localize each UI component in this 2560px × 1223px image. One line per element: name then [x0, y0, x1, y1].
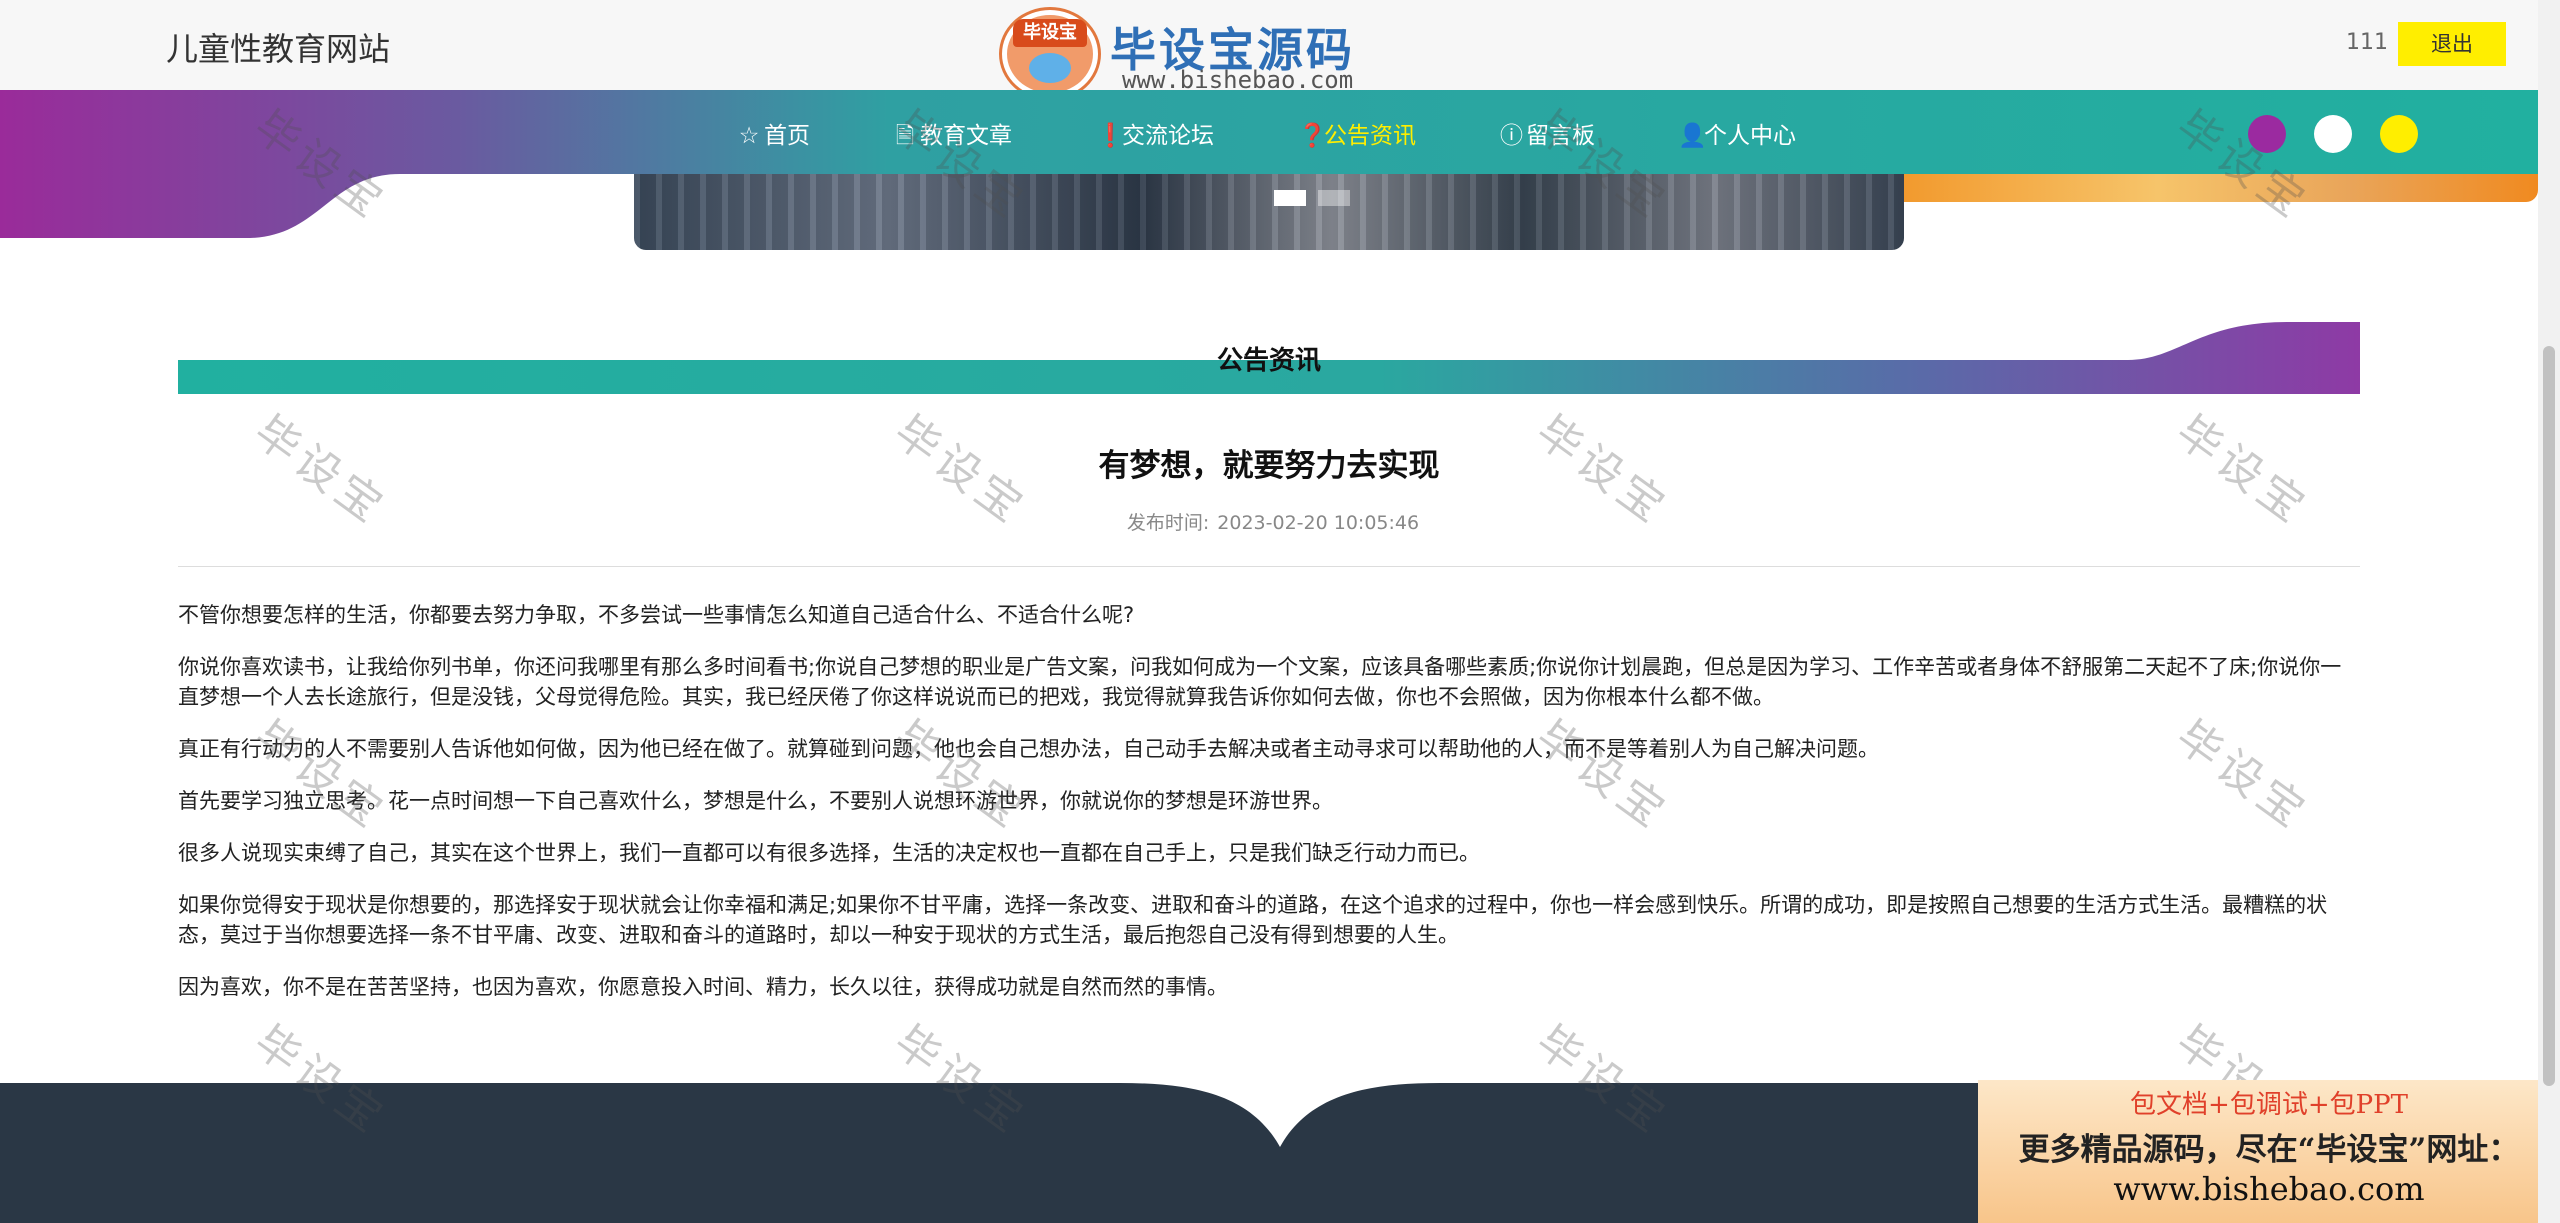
publish-date: 2023-02-20 10:05:46: [1217, 512, 1420, 534]
mascot-face: [1029, 53, 1071, 83]
main-nav: ☆ 首页 🗎 教育文章 ❗交流论坛 ❓公告资讯 ⓘ 留言板 👤个人中心: [0, 90, 2538, 174]
article-paragraph: 如果你觉得安于现状是你想要的，那选择安于现状就会让你幸福和满足;如果你不甘平庸，…: [178, 893, 2328, 947]
theme-yellow-button[interactable]: [2380, 115, 2418, 153]
nav-label: 公告资讯: [1324, 123, 1416, 149]
theme-purple-button[interactable]: [2248, 115, 2286, 153]
logout-button[interactable]: 退出: [2398, 22, 2506, 66]
star-icon: ☆: [738, 123, 760, 149]
footer-notch: [1120, 1083, 1440, 1147]
section-title: 公告资讯: [1216, 346, 1321, 376]
ad-url[interactable]: www.bishebao.com: [1978, 1170, 2560, 1208]
scrollbar-thumb[interactable]: [2543, 346, 2555, 1086]
promo-ad[interactable]: 包文档+包调试+包PPT 更多精品源码，尽在“毕设宝”网址： www.bishe…: [1978, 1080, 2560, 1223]
question-icon: ❓: [1298, 123, 1327, 149]
article-meta: 发布时间: 2023-02-20 10:05:46: [0, 508, 2538, 535]
nav-item-messages[interactable]: ⓘ 留言板: [1500, 116, 1595, 150]
username[interactable]: 111: [2346, 30, 2388, 55]
bishebao-logo: 毕设宝 毕设宝源码网 www.bishebao.com: [998, 6, 1388, 143]
article-paragraph: 真正有行动力的人不需要别人告诉他如何做，因为他已经在做了。就算碰到问题，他也会自…: [178, 737, 1879, 761]
divider: [178, 566, 2360, 567]
nav-item-notices[interactable]: ❓公告资讯: [1298, 116, 1416, 150]
nav-item-profile[interactable]: 👤个人中心: [1678, 116, 1796, 150]
article-body: 不管你想要怎样的生活，你都要去努力争取，不多尝试一些事情怎么知道自己适合什么、不…: [178, 600, 2360, 1024]
document-icon: 🗎: [895, 123, 915, 149]
article-paragraph: 不管你想要怎样的生活，你都要去努力争取，不多尝试一些事情怎么知道自己适合什么、不…: [178, 603, 1135, 627]
info-icon: ❗: [1096, 123, 1125, 149]
info-circle-icon: ⓘ: [1500, 123, 1523, 149]
site-title[interactable]: 儿童性教育网站: [166, 24, 390, 70]
nav-label: 首页: [764, 123, 810, 149]
article-title: 有梦想，就要努力去实现: [1098, 448, 1440, 484]
article-paragraph: 很多人说现实束缚了自己，其实在这个世界上，我们一直都可以有很多选择，生活的决定权…: [178, 841, 1480, 865]
ad-line-1: 包文档+包调试+包PPT: [2130, 1090, 2408, 1120]
top-header: 儿童性教育网站 毕设宝 毕设宝源码网 www.bishebao.com 111 …: [0, 0, 2538, 143]
vertical-scrollbar[interactable]: [2538, 0, 2560, 1223]
ad-line-2: 更多精品源码，尽在“毕设宝”网址：: [2018, 1132, 2520, 1168]
theme-white-button[interactable]: [2314, 115, 2352, 153]
nav-item-home[interactable]: ☆ 首页: [738, 116, 810, 150]
nav-label: 教育文章: [920, 123, 1012, 149]
article-paragraph: 首先要学习独立思考。花一点时间想一下自己喜欢什么，梦想是什么，不要别人说想环游世…: [178, 789, 1333, 813]
nav-label: 交流论坛: [1122, 123, 1214, 149]
date-label: 发布时间:: [1126, 512, 1210, 534]
nav-item-articles[interactable]: 🗎 教育文章: [894, 116, 1012, 158]
nav-item-forum[interactable]: ❗交流论坛: [1096, 116, 1214, 150]
mascot-logo-icon: 毕设宝: [1002, 10, 1098, 98]
nav-label: 个人中心: [1704, 123, 1796, 149]
logo-badge: 毕设宝: [1013, 19, 1087, 47]
user-icon: 👤: [1678, 123, 1707, 149]
nav-label: 留言板: [1526, 123, 1595, 149]
article-paragraph: 你说你喜欢读书，让我给你列书单，你还问我哪里有那么多时间看书;你说自己梦想的职业…: [178, 655, 2342, 709]
article-paragraph: 因为喜欢，你不是在苦苦坚持，也因为喜欢，你愿意投入时间、精力，长久以往，获得成功…: [178, 975, 1228, 999]
